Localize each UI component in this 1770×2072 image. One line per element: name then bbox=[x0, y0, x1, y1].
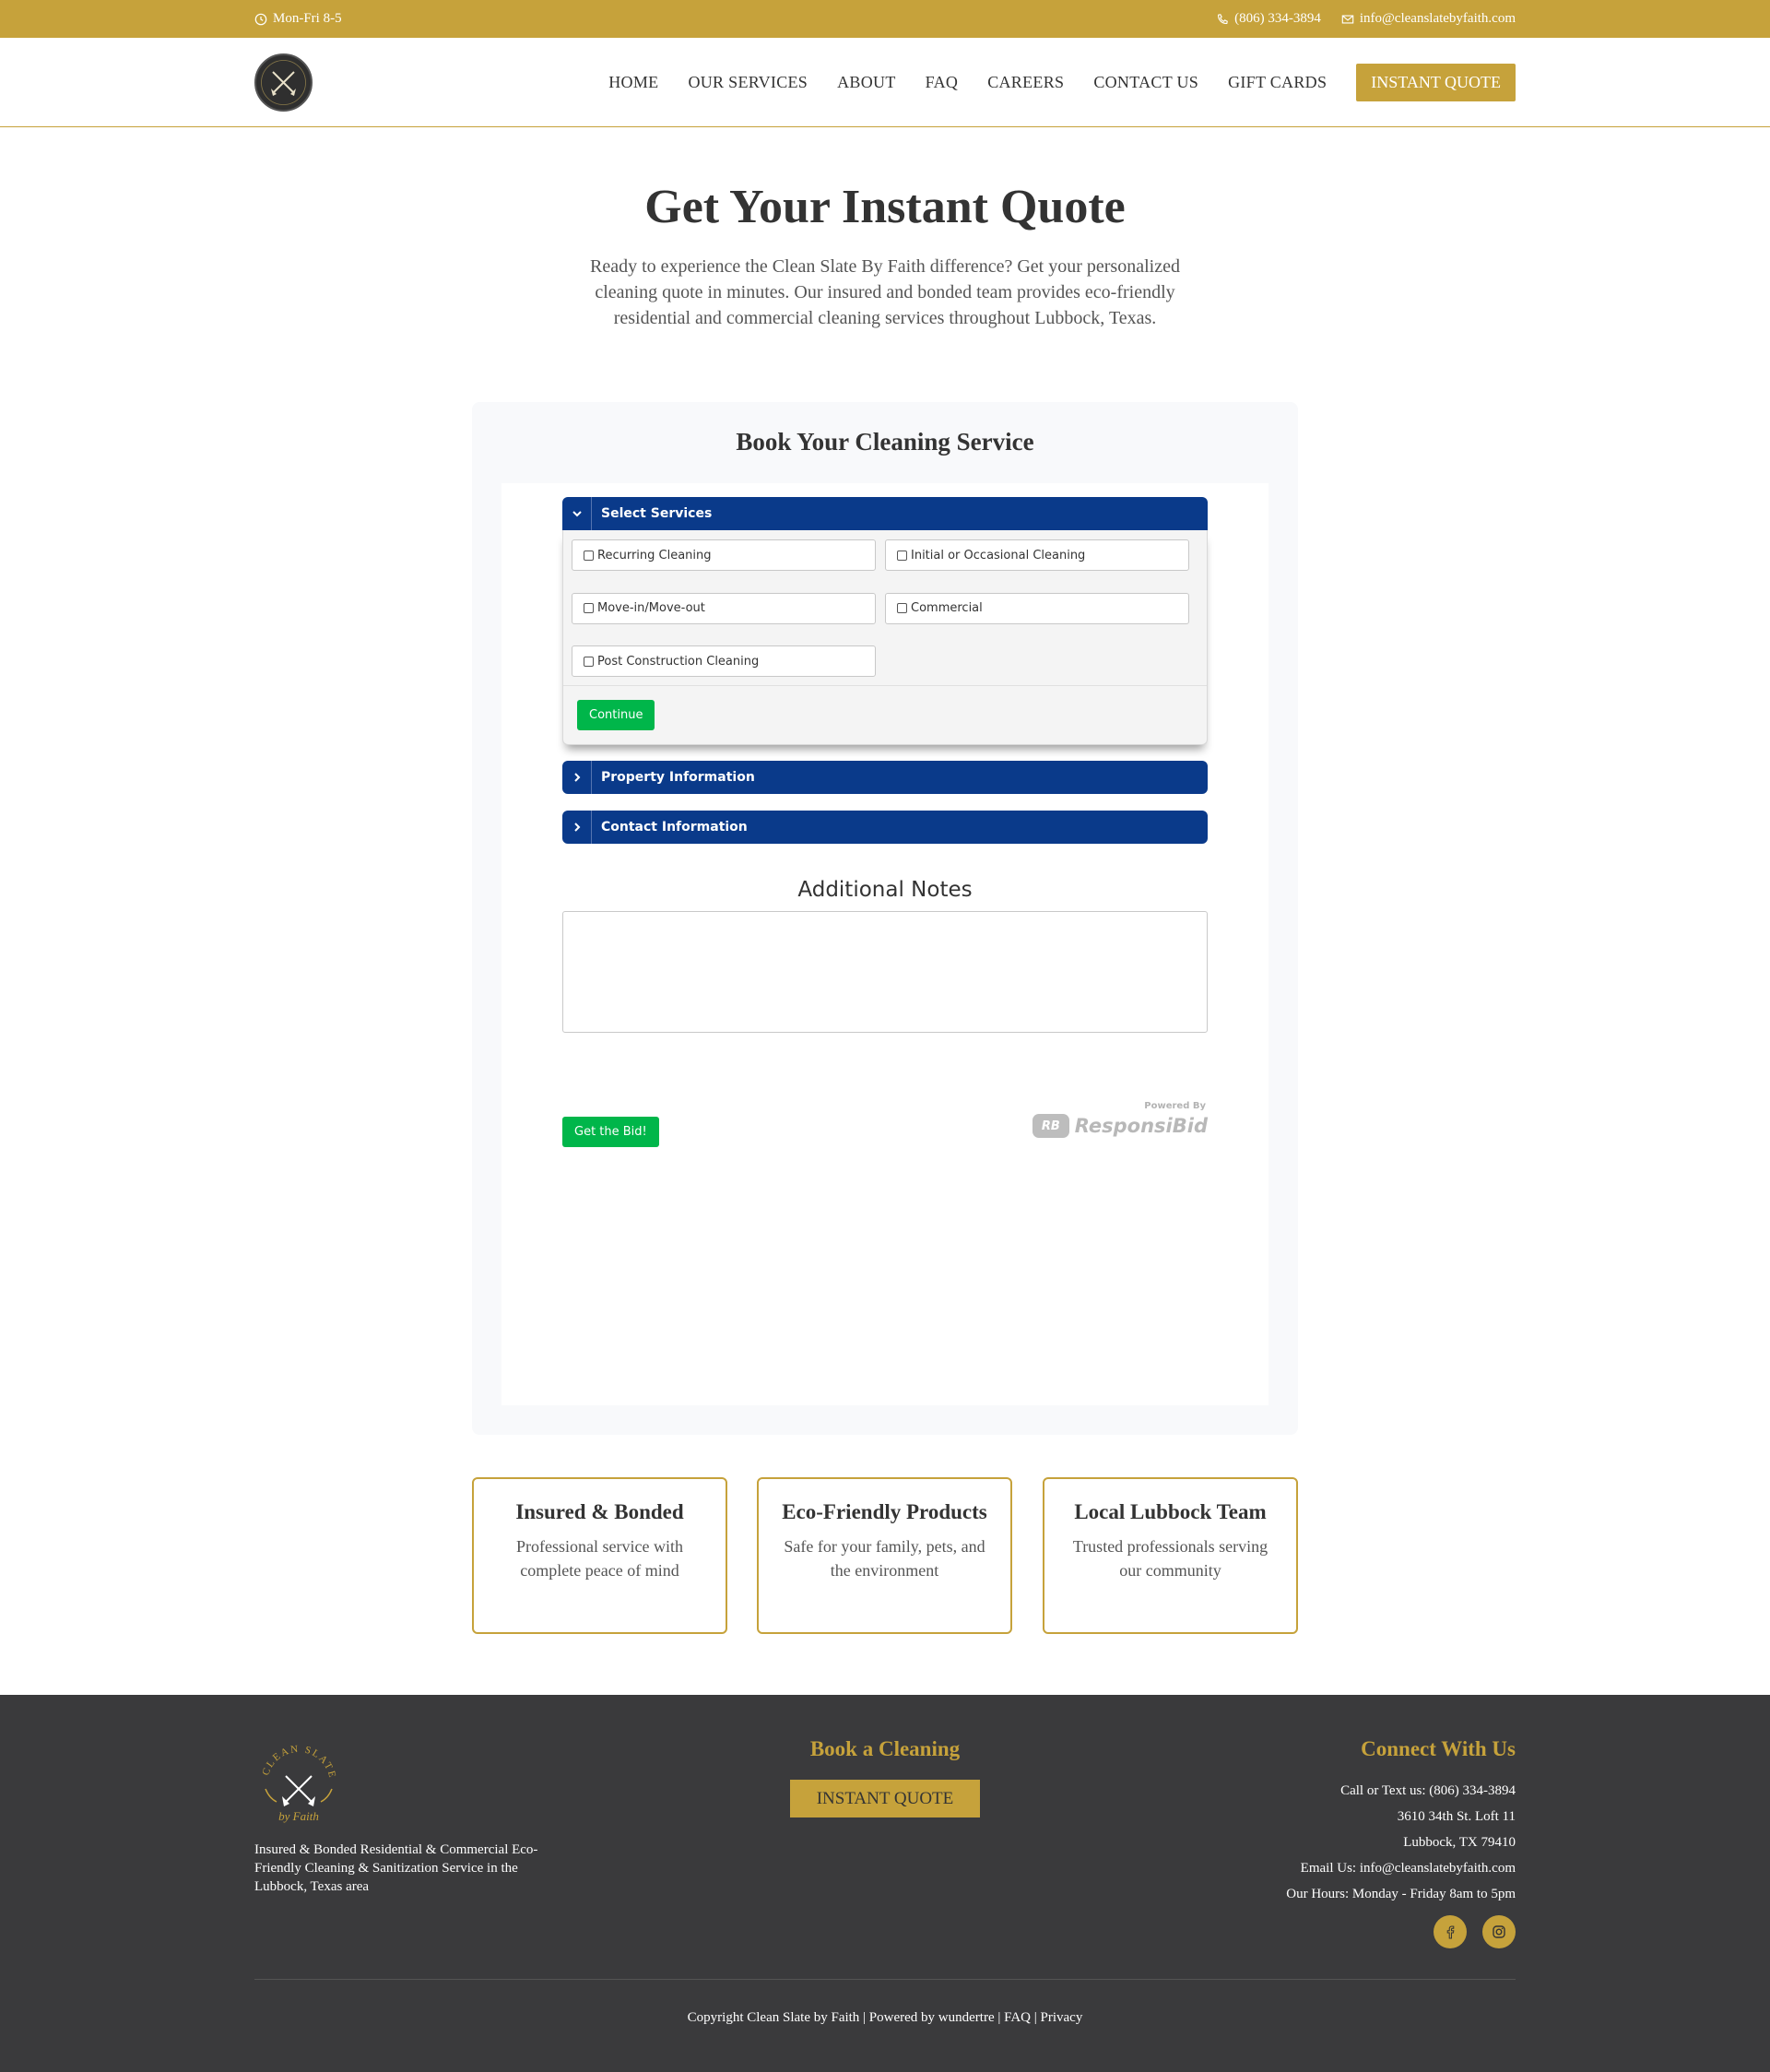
feature-card-local: Local Lubbock Team Trusted professionals… bbox=[1043, 1477, 1298, 1634]
service-option-move[interactable]: Move-in/Move-out bbox=[572, 592, 876, 624]
checkbox[interactable] bbox=[584, 656, 594, 667]
service-option-commercial[interactable]: Commercial bbox=[885, 592, 1189, 624]
services-footer: Continue bbox=[563, 685, 1207, 744]
feature-title: Insured & Bonded bbox=[515, 1500, 684, 1523]
page-title: Get Your Instant Quote bbox=[644, 181, 1126, 233]
property-info-header[interactable]: Property Information bbox=[562, 761, 1208, 794]
nav-gift-cards[interactable]: GIFT CARDS bbox=[1228, 73, 1327, 92]
select-services-section: Select Services Recurring Cleaning Initi… bbox=[562, 497, 1208, 745]
get-the-bid-button[interactable]: Get the Bid! bbox=[562, 1117, 659, 1147]
property-info-label: Property Information bbox=[601, 770, 755, 785]
service-option-recurring[interactable]: Recurring Cleaning bbox=[572, 539, 876, 571]
footer-logo-script: by Faith bbox=[278, 1809, 319, 1823]
footer-instant-quote-button[interactable]: INSTANT QUOTE bbox=[790, 1780, 980, 1817]
feature-card-eco: Eco-Friendly Products Safe for your fami… bbox=[757, 1477, 1012, 1634]
select-services-label: Select Services bbox=[601, 506, 713, 521]
clock-icon bbox=[254, 13, 267, 25]
envelope-icon bbox=[1341, 14, 1354, 24]
site-logo[interactable] bbox=[254, 53, 313, 112]
checkbox[interactable] bbox=[897, 550, 907, 561]
service-label: Move-in/Move-out bbox=[597, 601, 705, 616]
service-option-initial[interactable]: Initial or Occasional Cleaning bbox=[885, 539, 1189, 571]
instant-quote-button[interactable]: INSTANT QUOTE bbox=[1356, 64, 1516, 101]
booking-title: Book Your Cleaning Service bbox=[736, 428, 1034, 456]
phone-text: (806) 334-3894 bbox=[1234, 11, 1321, 26]
page-subtitle: Ready to experience the Clean Slate By F… bbox=[590, 256, 1180, 328]
footer-divider bbox=[254, 1979, 1516, 1980]
footer-copyright: Copyright Clean Slate by Faith | Powered… bbox=[687, 2010, 1083, 2025]
contact-info-label: Contact Information bbox=[601, 820, 748, 835]
service-label: Post Construction Cleaning bbox=[597, 654, 760, 669]
hours-info: Mon-Fri 8-5 bbox=[254, 11, 342, 27]
footer-contact-info: Call or Text us: (806) 334-3894 3610 34t… bbox=[1286, 1778, 1516, 1907]
checkbox[interactable] bbox=[897, 603, 907, 614]
continue-button[interactable]: Continue bbox=[577, 700, 655, 730]
footer-phone[interactable]: Call or Text us: (806) 334-3894 bbox=[1286, 1778, 1516, 1804]
responsibid-logo-icon: RB bbox=[1032, 1114, 1069, 1138]
phone-icon bbox=[1218, 13, 1228, 24]
instagram-icon[interactable] bbox=[1482, 1915, 1516, 1948]
nav-about[interactable]: ABOUT bbox=[837, 73, 896, 92]
nav-careers[interactable]: CAREERS bbox=[987, 73, 1064, 92]
select-services-body: Recurring Cleaning Initial or Occasional… bbox=[562, 530, 1208, 745]
broom-logo-icon bbox=[261, 60, 306, 105]
powered-by-label: Powered By bbox=[1144, 1101, 1206, 1111]
email-link[interactable]: info@cleanslatebyfaith.com bbox=[1341, 11, 1516, 27]
footer-connect-title: Connect With Us bbox=[1361, 1737, 1516, 1760]
select-services-header[interactable]: Select Services bbox=[562, 497, 1208, 530]
nav-our-services[interactable]: OUR SERVICES bbox=[688, 73, 808, 92]
additional-notes-title: Additional Notes bbox=[797, 878, 973, 902]
feature-card-insured: Insured & Bonded Professional service wi… bbox=[472, 1477, 727, 1634]
chevron-down-icon bbox=[562, 497, 592, 530]
footer-logo[interactable]: CLEAN SLATE by Faith bbox=[254, 1737, 343, 1826]
footer-logo-text: CLEAN SLATE bbox=[260, 1744, 336, 1781]
nav-contact-us[interactable]: CONTACT US bbox=[1093, 73, 1198, 92]
chevron-right-icon bbox=[562, 761, 592, 794]
phone-link[interactable]: (806) 334-3894 bbox=[1216, 11, 1321, 27]
additional-notes-textarea[interactable] bbox=[562, 911, 1208, 1033]
footer-email[interactable]: Email Us: info@cleanslatebyfaith.com bbox=[1286, 1855, 1516, 1881]
facebook-icon[interactable] bbox=[1434, 1915, 1467, 1948]
feature-text: Safe for your family, pets, and the envi… bbox=[784, 1537, 985, 1580]
chevron-right-icon bbox=[562, 811, 592, 844]
checkbox[interactable] bbox=[584, 550, 594, 561]
footer-description: Insured & Bonded Residential & Commercia… bbox=[254, 1842, 538, 1894]
site-footer: CLEAN SLATE by Faith Insured & Bonded Re… bbox=[0, 1695, 1770, 2072]
service-option-post-construction[interactable]: Post Construction Cleaning bbox=[572, 645, 876, 678]
service-label: Commercial bbox=[911, 601, 983, 616]
service-label: Initial or Occasional Cleaning bbox=[911, 548, 1086, 562]
svg-text:CLEAN SLATE: CLEAN SLATE bbox=[260, 1744, 337, 1781]
checkbox[interactable] bbox=[584, 603, 594, 614]
powered-by-responsibid[interactable]: Powered By RB ResponsiBid bbox=[1032, 1101, 1208, 1138]
footer-address-line2: Lubbock, TX 79410 bbox=[1403, 1835, 1516, 1850]
site-header: HOME OUR SERVICES ABOUT FAQ CAREERS CONT… bbox=[0, 38, 1770, 127]
footer-address-line1: 3610 34th St. Loft 11 bbox=[1397, 1809, 1516, 1824]
email-text: info@cleanslatebyfaith.com bbox=[1359, 11, 1516, 26]
contact-info-header[interactable]: Contact Information bbox=[562, 811, 1208, 844]
feature-text: Professional service with complete peace… bbox=[516, 1537, 683, 1580]
top-bar: Mon-Fri 8-5 (806) 334-3894 info@cleansla… bbox=[0, 0, 1770, 38]
responsibid-brand: ResponsiBid bbox=[1074, 1115, 1208, 1137]
footer-book-title: Book a Cleaning bbox=[809, 1737, 961, 1760]
feature-title: Local Lubbock Team bbox=[1074, 1500, 1267, 1523]
feature-text: Trusted professionals serving our commun… bbox=[1072, 1537, 1268, 1580]
hours-text: Mon-Fri 8-5 bbox=[273, 11, 342, 26]
service-label: Recurring Cleaning bbox=[597, 548, 712, 562]
quote-form-embed: Select Services Recurring Cleaning Initi… bbox=[502, 483, 1268, 1405]
property-info-section: Property Information bbox=[562, 761, 1208, 794]
main-nav: HOME OUR SERVICES ABOUT FAQ CAREERS CONT… bbox=[579, 38, 1516, 127]
nav-home[interactable]: HOME bbox=[608, 73, 658, 92]
footer-hours: Our Hours: Monday - Friday 8am to 5pm bbox=[1286, 1887, 1516, 1901]
nav-faq[interactable]: FAQ bbox=[926, 73, 959, 92]
feature-title: Eco-Friendly Products bbox=[782, 1500, 987, 1523]
contact-info-section: Contact Information bbox=[562, 811, 1208, 844]
booking-card: Book Your Cleaning Service Select Servic… bbox=[472, 402, 1298, 1435]
